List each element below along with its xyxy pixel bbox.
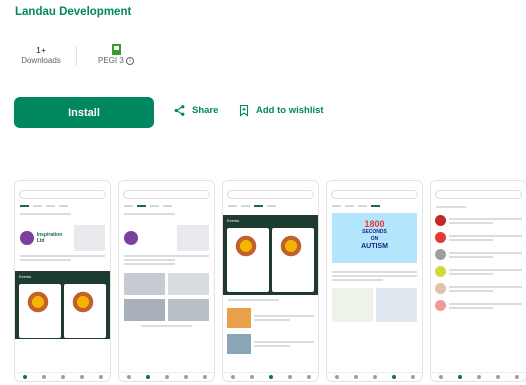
screenshot-search-bar (435, 190, 522, 199)
events-panel: Events (15, 271, 110, 339)
downloads-value: 1+ (36, 45, 46, 55)
poster-on: ON (370, 236, 379, 242)
provider-logo-icon (20, 231, 34, 245)
stat-divider (76, 46, 77, 66)
screenshot-3[interactable]: Events (222, 180, 319, 382)
downloads-stat: 1+ Downloads (18, 44, 64, 65)
flower-logo-icon (26, 290, 50, 314)
pegi-badge-icon (111, 44, 121, 55)
screenshot-search-bar (19, 190, 106, 199)
screenshot-2[interactable] (118, 180, 215, 382)
provider-logo-text: Inspiration Ltd (36, 232, 63, 244)
events-panel-title: Events (19, 274, 32, 279)
info-icon[interactable]: i (126, 56, 135, 65)
screenshot-carousel[interactable]: Inspiration Ltd Events Events 1800 SECON… (14, 180, 526, 382)
autism-poster: 1800 SECONDS ON AUTISM (332, 213, 417, 263)
screenshot-search-bar (227, 190, 314, 199)
screenshot-search-bar (123, 190, 210, 199)
add-to-wishlist-button[interactable]: Add to wishlist (238, 104, 324, 117)
content-rating-label: PEGI 3 (97, 56, 124, 65)
install-button[interactable]: Install (14, 97, 154, 128)
flower-logo-icon (234, 234, 258, 258)
content-rating-stat[interactable]: PEGI 3 i (88, 44, 144, 65)
screenshot-4[interactable]: 1800 SECONDS ON AUTISM (326, 180, 423, 382)
provider-logo-icon (124, 231, 138, 245)
bookmark-add-icon (239, 104, 249, 117)
share-button[interactable]: Share (173, 104, 218, 117)
wishlist-label: Add to wishlist (256, 105, 324, 116)
share-icon (174, 105, 185, 116)
screenshot-1[interactable]: Inspiration Ltd Events (14, 180, 111, 382)
events-panel: Events (223, 215, 318, 295)
flower-logo-icon (71, 290, 95, 314)
poster-number: 1800 (364, 219, 385, 229)
poster-autism: AUTISM (361, 243, 388, 250)
screenshot-search-bar (331, 190, 418, 199)
share-label: Share (192, 105, 219, 116)
developer-name[interactable]: Landau Development (15, 6, 131, 18)
poster-seconds: SECONDS (362, 229, 387, 235)
screenshot-5[interactable] (430, 180, 526, 382)
events-panel-title: Events (227, 218, 240, 223)
flower-logo-icon (279, 234, 303, 258)
downloads-label: Downloads (21, 56, 61, 65)
